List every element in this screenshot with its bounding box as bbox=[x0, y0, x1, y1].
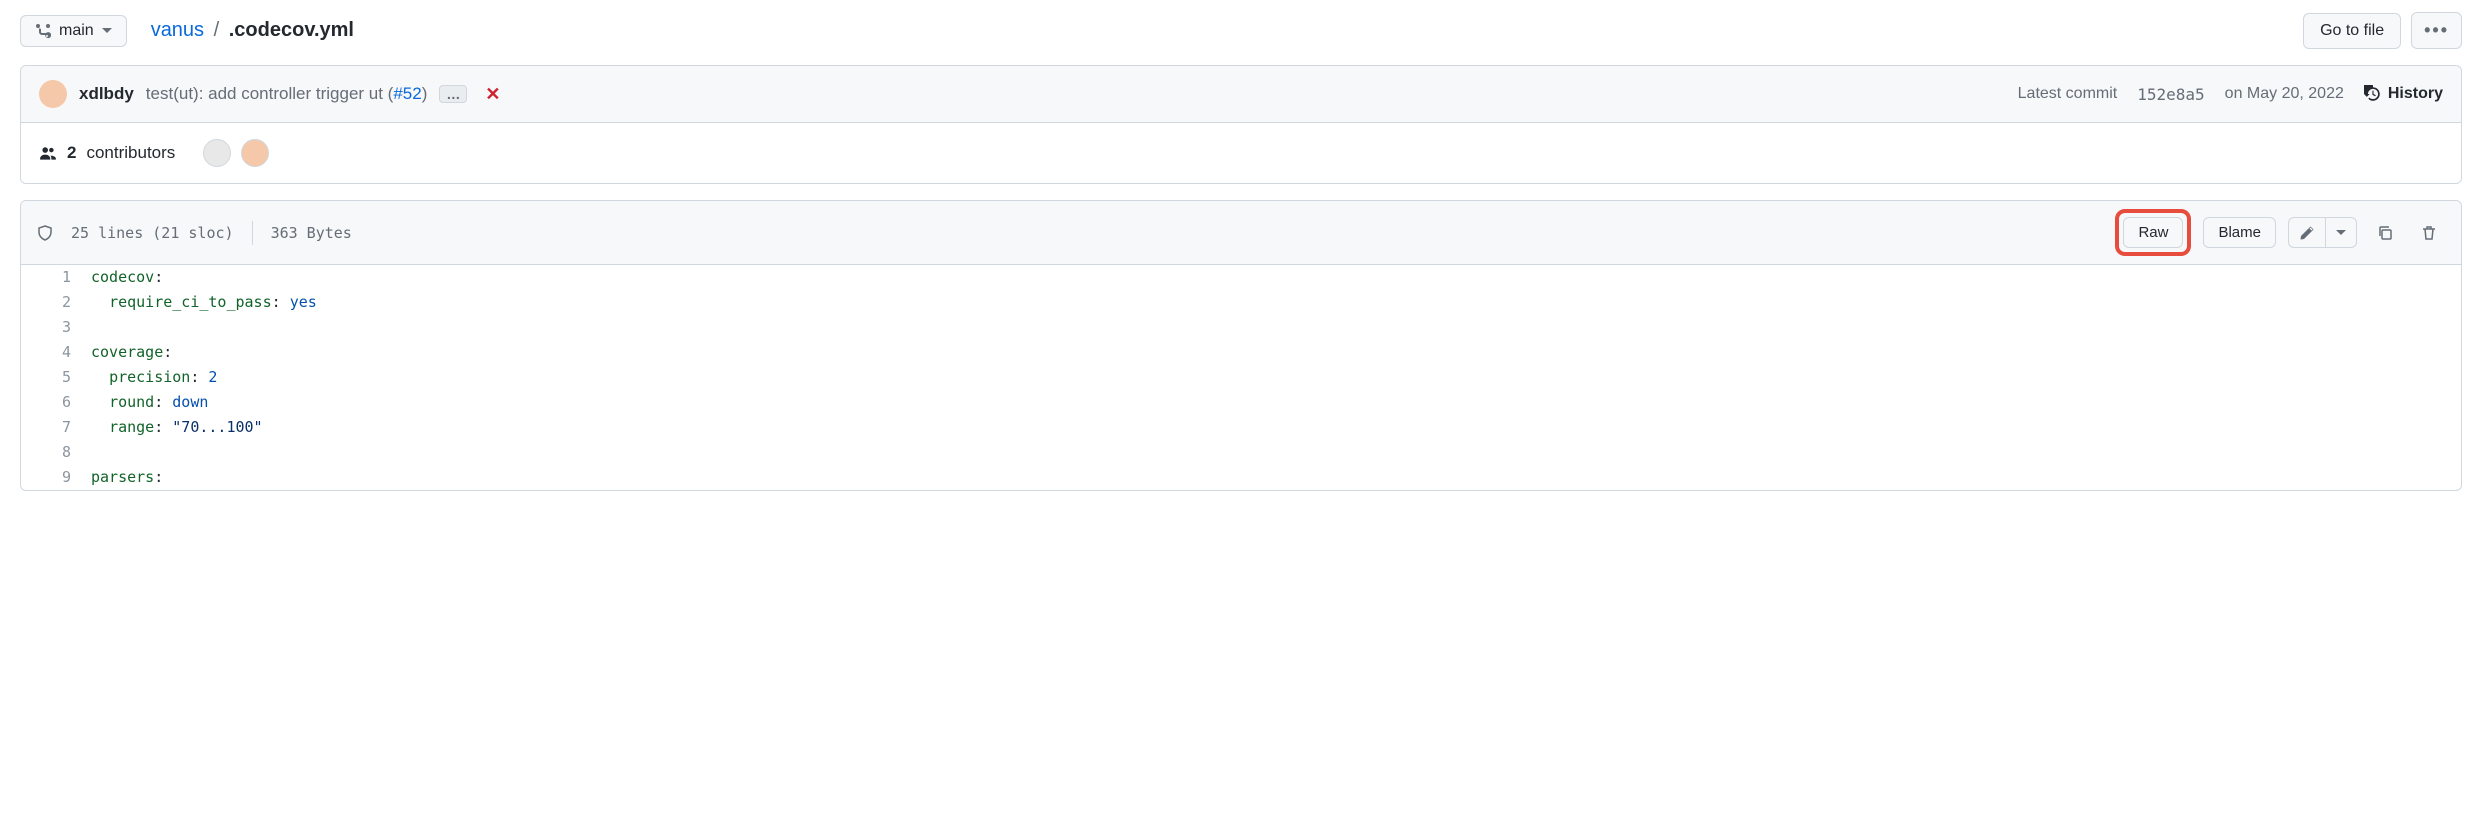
line-number[interactable]: 6 bbox=[21, 390, 91, 415]
file-bytes-stat: 363 Bytes bbox=[271, 224, 352, 242]
contributors-row: 2 contributors bbox=[21, 123, 2461, 183]
branch-label: main bbox=[59, 22, 94, 40]
top-right: Go to file ••• bbox=[2303, 12, 2462, 49]
divider bbox=[252, 221, 253, 245]
commit-pr-link[interactable]: #52 bbox=[393, 84, 421, 103]
line-number[interactable]: 4 bbox=[21, 340, 91, 365]
edit-dropdown-button[interactable] bbox=[2325, 217, 2357, 248]
contributors-count: 2 bbox=[67, 143, 76, 163]
commit-expand-button[interactable]: … bbox=[439, 85, 467, 103]
commit-message-prefix: test(ut): add controller trigger ut ( bbox=[146, 84, 394, 103]
chevron-down-icon bbox=[102, 28, 112, 33]
code-text: range: "70...100" bbox=[91, 415, 263, 440]
code-actions: Raw Blame bbox=[2115, 209, 2445, 256]
code-line: 1codecov: bbox=[21, 265, 2461, 290]
line-number[interactable]: 3 bbox=[21, 315, 91, 340]
commit-left: xdlbdy test(ut): add controller trigger … bbox=[39, 80, 500, 108]
line-number[interactable]: 2 bbox=[21, 290, 91, 315]
line-number[interactable]: 5 bbox=[21, 365, 91, 390]
avatar[interactable] bbox=[241, 139, 269, 167]
code-text: round: down bbox=[91, 390, 208, 415]
blame-button[interactable]: Blame bbox=[2203, 217, 2276, 248]
code-line: 3 bbox=[21, 315, 2461, 340]
shield-icon bbox=[37, 224, 53, 242]
avatar[interactable] bbox=[39, 80, 67, 108]
code-body: 1codecov:2 require_ci_to_pass: yes34cove… bbox=[21, 265, 2461, 490]
line-number[interactable]: 1 bbox=[21, 265, 91, 290]
code-text: coverage: bbox=[91, 340, 172, 365]
people-icon bbox=[39, 143, 57, 163]
commit-message-suffix: ) bbox=[422, 84, 428, 103]
breadcrumb-file: .codecov.yml bbox=[229, 19, 354, 41]
commit-right: Latest commit 152e8a5 on May 20, 2022 Hi… bbox=[2018, 85, 2443, 104]
avatar[interactable] bbox=[203, 139, 231, 167]
branch-select-button[interactable]: main bbox=[20, 15, 127, 47]
code-stats: 25 lines (21 sloc) 363 Bytes bbox=[37, 221, 352, 245]
delete-button[interactable] bbox=[2413, 218, 2445, 247]
commit-header: xdlbdy test(ut): add controller trigger … bbox=[21, 66, 2461, 123]
latest-commit-label: Latest commit bbox=[2018, 85, 2118, 103]
commit-box: xdlbdy test(ut): add controller trigger … bbox=[20, 65, 2462, 184]
breadcrumb-sep: / bbox=[210, 19, 224, 41]
commit-message[interactable]: test(ut): add controller trigger ut (#52… bbox=[146, 84, 428, 104]
code-line: 4coverage: bbox=[21, 340, 2461, 365]
line-number[interactable]: 9 bbox=[21, 465, 91, 490]
raw-highlight-annotation: Raw bbox=[2115, 209, 2191, 256]
raw-button[interactable]: Raw bbox=[2123, 217, 2183, 248]
git-branch-icon bbox=[35, 23, 51, 39]
code-line: 6 round: down bbox=[21, 390, 2461, 415]
commit-sha[interactable]: 152e8a5 bbox=[2137, 85, 2204, 104]
commit-author[interactable]: xdlbdy bbox=[79, 84, 134, 104]
edit-button[interactable] bbox=[2288, 217, 2325, 248]
history-icon bbox=[2364, 85, 2382, 103]
trash-icon bbox=[2421, 224, 2437, 240]
breadcrumb: vanus / .codecov.yml bbox=[151, 19, 354, 42]
code-text: require_ci_to_pass: yes bbox=[91, 290, 317, 315]
status-fail-icon[interactable]: ✕ bbox=[485, 84, 500, 105]
more-actions-button[interactable]: ••• bbox=[2411, 12, 2462, 49]
top-left: main vanus / .codecov.yml bbox=[20, 15, 354, 47]
code-line: 2 require_ci_to_pass: yes bbox=[21, 290, 2461, 315]
file-lines-stat: 25 lines (21 sloc) bbox=[71, 224, 234, 242]
top-bar: main vanus / .codecov.yml Go to file ••• bbox=[20, 12, 2462, 49]
code-text: codecov: bbox=[91, 265, 163, 290]
code-line: 9parsers: bbox=[21, 465, 2461, 490]
contributors-label: contributors bbox=[86, 143, 175, 163]
edit-button-group bbox=[2288, 217, 2357, 248]
copy-icon bbox=[2377, 224, 2393, 240]
go-to-file-button[interactable]: Go to file bbox=[2303, 13, 2401, 49]
code-line: 5 precision: 2 bbox=[21, 365, 2461, 390]
code-line: 8 bbox=[21, 440, 2461, 465]
code-header: 25 lines (21 sloc) 363 Bytes Raw Blame bbox=[21, 201, 2461, 265]
code-text: precision: 2 bbox=[91, 365, 217, 390]
history-link[interactable]: History bbox=[2364, 85, 2443, 103]
pencil-icon bbox=[2299, 224, 2315, 241]
line-number[interactable]: 7 bbox=[21, 415, 91, 440]
chevron-down-icon bbox=[2336, 230, 2346, 235]
commit-date: on May 20, 2022 bbox=[2225, 85, 2344, 103]
history-label: History bbox=[2388, 85, 2443, 103]
kebab-icon: ••• bbox=[2424, 20, 2449, 41]
code-text: parsers: bbox=[91, 465, 163, 490]
code-box: 25 lines (21 sloc) 363 Bytes Raw Blame bbox=[20, 200, 2462, 491]
line-number[interactable]: 8 bbox=[21, 440, 91, 465]
code-line: 7 range: "70...100" bbox=[21, 415, 2461, 440]
breadcrumb-repo-link[interactable]: vanus bbox=[151, 19, 204, 41]
copy-button[interactable] bbox=[2369, 218, 2401, 247]
